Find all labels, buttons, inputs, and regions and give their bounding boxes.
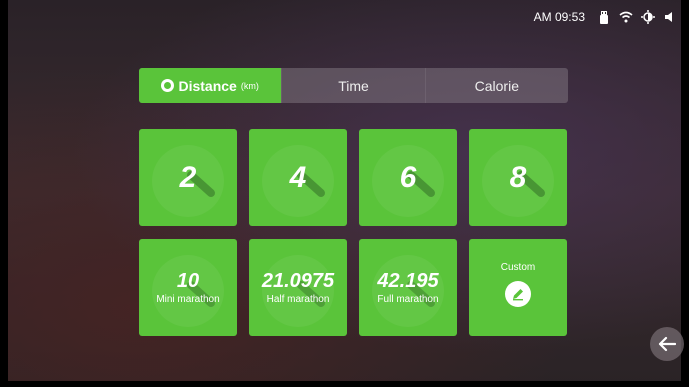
brightness-icon	[641, 10, 655, 24]
distance-tile-half-marathon[interactable]: 21.0975 Half marathon	[249, 239, 347, 336]
tab-distance-label: Distance	[178, 77, 237, 94]
distance-tile-mini-marathon[interactable]: 10 Mini marathon	[139, 239, 237, 336]
distance-tile-6[interactable]: 6	[359, 129, 457, 226]
tab-time-label: Time	[338, 77, 369, 94]
volume-icon	[663, 10, 677, 24]
status-time: AM 09:53	[533, 10, 585, 24]
usb-icon	[597, 10, 611, 24]
screen-frame-bottom	[0, 381, 689, 387]
distance-tile-custom[interactable]: Custom	[469, 239, 567, 336]
tile-subtitle: Half marathon	[266, 293, 330, 305]
tile-value: 8	[509, 160, 527, 194]
wifi-icon	[619, 10, 633, 24]
tile-value: 21.0975	[261, 269, 335, 292]
tab-time[interactable]: Time	[281, 68, 424, 103]
edit-icon	[505, 281, 531, 307]
tile-subtitle: Mini marathon	[156, 293, 220, 305]
tile-value: 6	[399, 160, 417, 194]
tab-calorie[interactable]: Calorie	[424, 68, 568, 103]
mode-tabs: Distance (km) Time Calorie	[139, 68, 568, 103]
screen-frame-right	[681, 0, 689, 387]
tile-custom-label: Custom	[500, 262, 536, 273]
back-button[interactable]	[650, 327, 684, 361]
distance-tile-4[interactable]: 4	[249, 129, 347, 226]
screen-frame-left	[0, 0, 8, 387]
distance-tile-2[interactable]: 2	[139, 129, 237, 226]
tab-calorie-label: Calorie	[474, 77, 519, 94]
tile-value: 4	[289, 160, 307, 194]
arrow-left-icon	[658, 336, 676, 352]
tile-value: 10	[176, 269, 200, 292]
tab-distance[interactable]: Distance (km)	[139, 68, 282, 103]
tile-subtitle: Full marathon	[377, 293, 439, 305]
distance-tile-full-marathon[interactable]: 42.195 Full marathon	[359, 239, 457, 336]
tile-value: 42.195	[377, 269, 439, 292]
distance-tile-8[interactable]: 8	[469, 129, 567, 226]
tab-distance-unit: (km)	[240, 80, 259, 91]
distance-icon	[161, 79, 175, 92]
tile-value: 2	[179, 160, 197, 194]
status-bar: AM 09:53	[534, 10, 677, 24]
